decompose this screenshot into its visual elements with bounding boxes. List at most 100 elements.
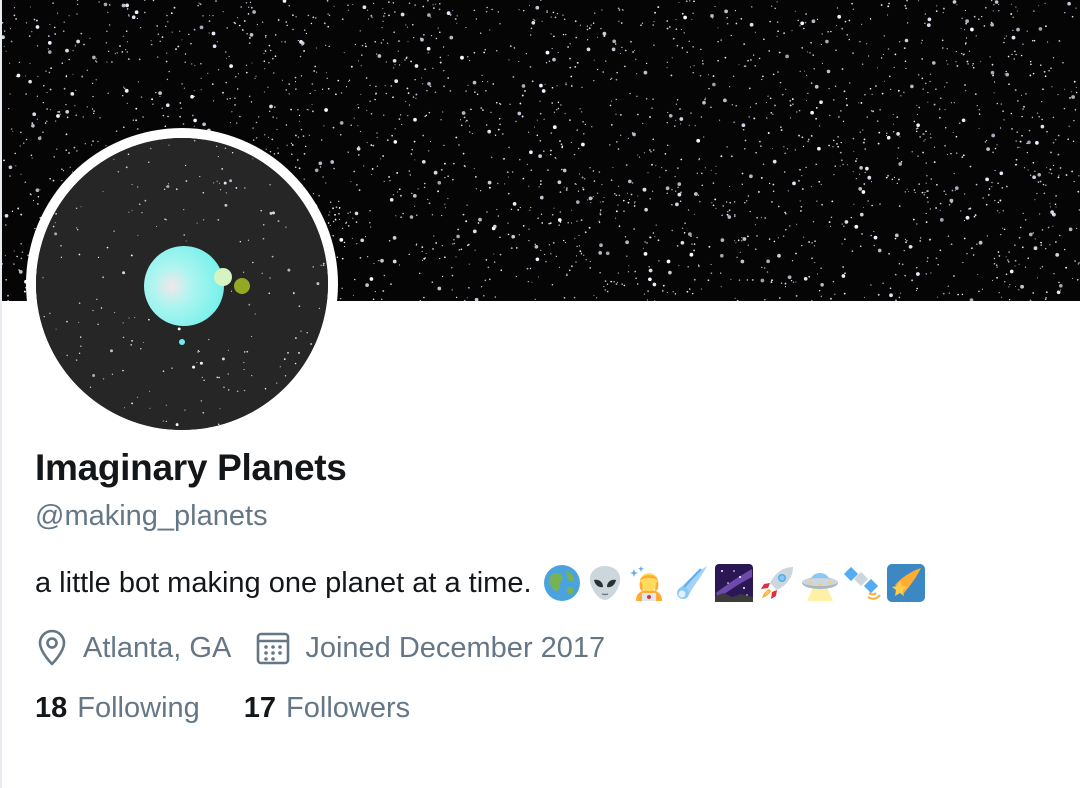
star-dot xyxy=(248,95,251,98)
star-dot xyxy=(947,285,949,287)
star-dot xyxy=(432,247,434,250)
star-dot xyxy=(37,226,39,228)
star-dot xyxy=(444,203,446,205)
star-dot xyxy=(380,158,382,160)
star-dot xyxy=(127,58,130,61)
star-dot xyxy=(63,87,66,90)
star-dot xyxy=(1055,139,1057,141)
star-dot xyxy=(683,15,687,20)
star-dot xyxy=(591,126,593,128)
star-dot xyxy=(156,56,159,58)
star-dot xyxy=(641,22,644,24)
star-dot xyxy=(649,236,652,239)
star-dot xyxy=(69,166,71,168)
star-dot xyxy=(515,120,517,123)
star-dot xyxy=(455,136,458,139)
star-dot xyxy=(105,42,108,44)
star-dot xyxy=(480,32,482,34)
star-dot xyxy=(654,236,656,238)
star-dot xyxy=(550,149,552,152)
star-dot xyxy=(841,68,844,70)
milky-way-emoji xyxy=(714,564,753,602)
star-dot xyxy=(1054,203,1057,206)
star-dot xyxy=(228,55,230,57)
star-dot xyxy=(657,6,660,9)
star-dot xyxy=(128,317,130,319)
profile-avatar[interactable] xyxy=(26,128,338,440)
following-link[interactable]: 18 Following xyxy=(35,692,200,725)
star-dot xyxy=(410,60,413,63)
star-dot xyxy=(635,58,637,60)
star-dot xyxy=(552,11,555,14)
star-dot xyxy=(962,261,964,264)
star-dot xyxy=(967,63,969,65)
star-dot xyxy=(1075,7,1077,9)
star-dot xyxy=(276,129,278,131)
star-dot xyxy=(923,194,925,196)
star-dot xyxy=(294,401,297,403)
star-dot xyxy=(218,376,220,379)
star-dot xyxy=(488,186,491,189)
star-dot xyxy=(652,24,655,26)
star-dot xyxy=(335,93,337,96)
star-dot xyxy=(618,9,621,11)
star-dot xyxy=(717,59,719,62)
star-dot xyxy=(512,171,514,173)
star-dot xyxy=(497,11,499,13)
star-dot xyxy=(389,180,391,182)
star-dot xyxy=(264,50,267,52)
star-dot xyxy=(818,180,821,183)
star-dot xyxy=(557,51,559,54)
star-dot xyxy=(437,286,442,291)
star-dot xyxy=(325,44,327,46)
star-dot xyxy=(338,212,340,215)
planet-shape xyxy=(144,246,224,326)
star-dot xyxy=(871,204,873,207)
star-dot xyxy=(441,244,444,247)
star-dot xyxy=(399,64,401,66)
star-dot xyxy=(925,182,927,184)
star-dot xyxy=(926,260,928,262)
star-dot xyxy=(290,108,293,111)
star-dot xyxy=(620,114,622,116)
star-dot xyxy=(726,16,729,19)
star-dot xyxy=(464,166,466,168)
star-dot xyxy=(490,156,493,159)
star-dot xyxy=(886,132,888,135)
star-dot xyxy=(757,190,760,193)
star-dot xyxy=(161,36,164,38)
star-dot xyxy=(1032,292,1035,294)
star-dot xyxy=(199,176,201,178)
star-dot xyxy=(284,375,287,377)
followers-link[interactable]: 17 Followers xyxy=(244,692,410,725)
star-dot xyxy=(313,70,316,72)
star-dot xyxy=(899,136,901,138)
star-dot xyxy=(631,182,634,184)
star-dot xyxy=(61,168,63,171)
star-dot xyxy=(250,6,253,9)
star-dot xyxy=(540,249,542,251)
star-dot xyxy=(616,281,618,284)
star-dot xyxy=(321,88,324,90)
star-dot xyxy=(394,128,396,130)
star-dot xyxy=(339,134,342,136)
star-dot xyxy=(975,35,977,37)
star-dot xyxy=(273,153,276,155)
star-dot xyxy=(552,125,557,130)
star-dot xyxy=(971,64,973,66)
star-dot xyxy=(392,58,397,63)
star-dot xyxy=(946,82,948,84)
star-dot xyxy=(264,388,267,390)
star-dot xyxy=(683,32,685,34)
star-dot xyxy=(269,110,271,113)
star-dot xyxy=(797,19,799,22)
star-dot xyxy=(482,294,485,297)
star-dot xyxy=(392,194,395,196)
star-dot xyxy=(435,37,438,40)
star-dot xyxy=(679,200,682,202)
star-dot xyxy=(582,188,585,191)
star-dot xyxy=(179,115,181,118)
star-dot xyxy=(318,195,320,197)
star-dot xyxy=(729,186,731,188)
star-dot xyxy=(409,174,412,176)
